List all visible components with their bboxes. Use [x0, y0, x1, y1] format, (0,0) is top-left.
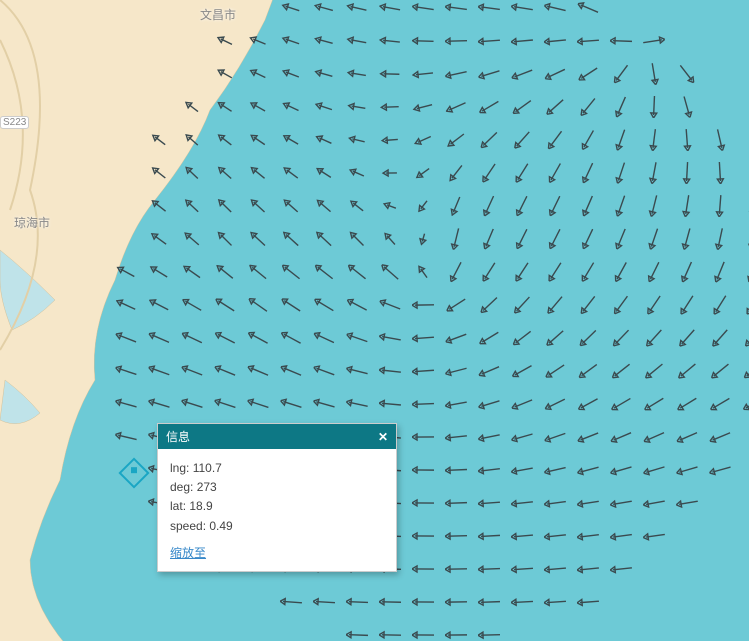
field-lng: lng110.7: [170, 459, 384, 478]
info-popup: 信息 ✕ lng110.7 deg273 lat18.9 speed0.49 缩…: [157, 423, 397, 572]
zoom-to-link[interactable]: 缩放至: [170, 544, 206, 561]
field-speed: speed0.49: [170, 517, 384, 536]
field-deg: deg273: [170, 478, 384, 497]
map-viewport[interactable]: 文昌市 琼海市 S223 信息 ✕ lng110.7 deg273 lat18.…: [0, 0, 749, 641]
field-lat: lat18.9: [170, 497, 384, 516]
popup-header[interactable]: 信息 ✕: [158, 424, 396, 449]
popup-body: lng110.7 deg273 lat18.9 speed0.49: [158, 449, 396, 542]
close-icon[interactable]: ✕: [378, 431, 388, 443]
popup-title: 信息: [166, 428, 190, 445]
